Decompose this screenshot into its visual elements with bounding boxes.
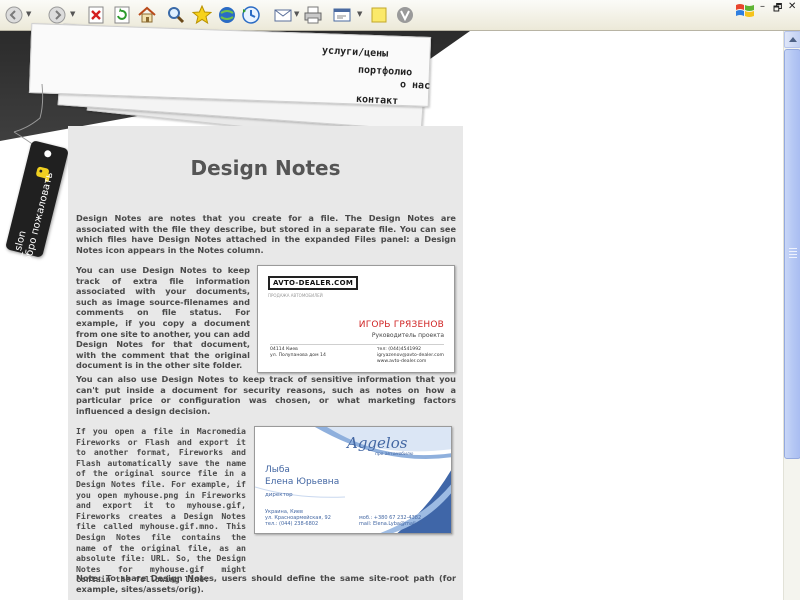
restore-button[interactable]: 🗗 <box>773 1 782 18</box>
card-email: mail: Elena.Lyba@mail.ru <box>359 521 423 528</box>
paragraph-note: Note: To share Design Notes, users shoul… <box>76 573 456 594</box>
business-card-aggelos: Aggelos про автомобилю Лыба Елена Юрьевн… <box>254 426 452 534</box>
card-logo: Aggelos <box>347 434 408 452</box>
refresh-icon[interactable] <box>111 4 133 26</box>
card-logo: AVTO-DEALER.COM <box>268 276 359 290</box>
card-surname: Лыба <box>265 465 290 475</box>
print-icon[interactable] <box>302 4 324 26</box>
mail-dropdown-icon[interactable]: ▼ <box>294 10 299 18</box>
home-icon[interactable] <box>136 4 158 26</box>
vertical-scrollbar[interactable] <box>783 31 800 600</box>
scroll-thumb[interactable] <box>784 49 800 459</box>
edit-dropdown-icon[interactable]: ▼ <box>357 10 362 18</box>
card-logo-tagline: про автомобилю <box>375 452 414 457</box>
card-name: Елена Юрьевна <box>265 477 340 487</box>
paragraph-fireworks: If you open a file in Macromedia Firewor… <box>76 426 246 585</box>
search-icon[interactable] <box>165 4 187 26</box>
card-address-line: ул. Полупанова дом 14 <box>270 353 326 358</box>
card-contacts: тел: (044)4541992 igryazenov@avto-dealer… <box>377 347 444 365</box>
stop-icon[interactable] <box>85 4 107 26</box>
tag-hole <box>43 149 53 159</box>
card-address: 04114 Киев ул. Полупанова дом 14 <box>270 347 326 359</box>
nav-about[interactable]: о нас <box>400 79 431 92</box>
scroll-up-button[interactable] <box>784 31 800 48</box>
windows-logo-icon <box>736 4 754 17</box>
minimize-button[interactable]: – <box>760 1 765 12</box>
page-title: Design Notes <box>190 156 341 180</box>
card-divider <box>270 344 444 345</box>
card-contacts: моб.: +380 67 232-4382 mail: Elena.Lyba@… <box>359 515 422 527</box>
card-phone: тел.: (044) 238-6802 <box>265 521 319 528</box>
card-website: www.avto-dealer.com <box>376 359 427 364</box>
mail-icon[interactable] <box>272 4 294 26</box>
nav-contact[interactable]: контакт <box>356 94 399 107</box>
card-address: Украина, Киев ул. Красноармейская, 92 те… <box>265 509 331 528</box>
close-button[interactable]: ✕ <box>788 1 796 12</box>
paragraph-intro: Design Notes are notes that you create f… <box>76 213 456 255</box>
media-icon[interactable] <box>216 4 238 26</box>
messenger-icon[interactable] <box>394 4 416 26</box>
favorites-icon[interactable] <box>191 4 213 26</box>
business-card-avto-dealer: AVTO-DEALER.COM ПРОДАЖА АВТОМОБИЛЕЙ ИГОР… <box>257 265 455 373</box>
notes-icon[interactable] <box>368 4 390 26</box>
card-role: Руководитель проекта <box>371 332 444 339</box>
card-role: директор <box>265 492 293 498</box>
edit-icon[interactable] <box>331 4 353 26</box>
paragraph-sensitive: You can also use Design Notes to keep tr… <box>76 374 456 416</box>
paragraph-tracking: You can use Design Notes to keep track o… <box>76 265 250 371</box>
card-logo-tagline: ПРОДАЖА АВТОМОБИЛЕЙ <box>268 293 323 298</box>
content-panel: Design Notes Design Notes are notes that… <box>68 126 463 600</box>
history-icon[interactable] <box>240 4 262 26</box>
card-name: ИГОРЬ ГРЯЗЕНОВ <box>358 320 444 330</box>
